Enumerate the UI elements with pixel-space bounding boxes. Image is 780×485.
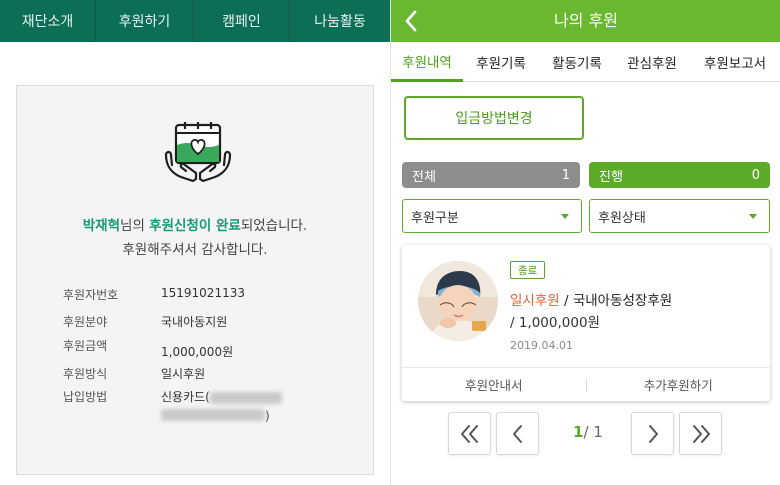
- first-page-button[interactable]: [448, 412, 491, 455]
- tab-activity-record[interactable]: 활동기록: [539, 42, 615, 82]
- info-row-field: 후원분야 국내아동지원: [63, 313, 227, 330]
- donation-name: 국내아동성장후원: [572, 293, 673, 309]
- nav-sharing[interactable]: 나눔활동: [290, 0, 390, 42]
- change-payment-button[interactable]: 입금방법변경: [404, 96, 584, 140]
- info-row-donor-number: 후원자번호 15191021133: [63, 286, 245, 303]
- page-title: 나의 후원: [554, 11, 618, 30]
- tab-bar: 후원내역 후원기록 활동기록 관심후원 후원보고서: [391, 42, 780, 82]
- count-ongoing-label: 진행: [599, 169, 623, 185]
- prev-page-button[interactable]: [496, 412, 539, 455]
- donation-item-card: 종료 일시후원 / 국내아동성장후원 / 1,000,000원 2019.04.…: [402, 245, 770, 401]
- tab-interest[interactable]: 관심후원: [615, 42, 689, 82]
- info-label: 후원자번호: [63, 288, 119, 302]
- last-page-button[interactable]: [679, 412, 722, 455]
- info-row-method: 후원방식 일시후원: [63, 365, 205, 382]
- donation-date: 2019.04.01: [510, 339, 573, 352]
- info-value: 1,000,000원: [161, 345, 234, 359]
- card-actions: 후원안내서 추가후원하기: [402, 367, 770, 401]
- page-indicator: 1/ 1: [563, 423, 613, 441]
- donation-status-select[interactable]: 후원상태: [589, 199, 770, 233]
- additional-donation-button[interactable]: 추가후원하기: [587, 368, 771, 401]
- nav-foundation[interactable]: 재단소개: [0, 0, 96, 42]
- payment-close-paren: ): [265, 409, 270, 423]
- app-header: 나의 후원: [391, 0, 780, 42]
- payment-card-text: 신용카드(: [161, 390, 210, 404]
- donation-type-select[interactable]: 후원구분: [402, 199, 582, 233]
- info-label: 후원금액: [63, 339, 108, 353]
- status-badge: 종료: [510, 261, 546, 279]
- total-pages: / 1: [583, 423, 603, 441]
- count-all-label: 전체: [412, 169, 436, 185]
- guide-button[interactable]: 후원안내서: [402, 368, 586, 401]
- thanks-message: 후원해주셔서 감사합니다.: [122, 242, 268, 258]
- info-label: 후원방식: [63, 367, 108, 381]
- info-row-payment-cont: ): [161, 409, 270, 423]
- chevron-left-icon: [512, 424, 522, 443]
- info-row-amount: 후원금액 1,000,000원: [63, 337, 233, 359]
- message-highlight: 후원신청이 완료: [149, 218, 241, 234]
- next-page-button[interactable]: [631, 412, 674, 455]
- double-chevron-right-icon: [692, 424, 710, 443]
- info-row-payment: 납입방법 신용카드(: [63, 388, 282, 405]
- completion-message: 박재혁님의 후원신청이 완료되었습니다.: [17, 214, 373, 234]
- donation-type-value: 후원구분: [411, 210, 459, 226]
- nav-campaign[interactable]: 캠페인: [194, 0, 290, 42]
- donation-amount: / 1,000,000원: [510, 315, 600, 331]
- count-all-value: 1: [561, 167, 570, 183]
- child-photo: [418, 261, 498, 341]
- nav-donate[interactable]: 후원하기: [96, 0, 194, 42]
- message-text-1: 님의: [120, 218, 150, 234]
- donor-name: 박재혁: [82, 218, 121, 234]
- title-separator: /: [559, 293, 573, 309]
- completion-card: 박재혁님의 후원신청이 완료되었습니다. 후원해주셔서 감사합니다. 후원자번호…: [16, 85, 374, 475]
- tab-donation-record[interactable]: 후원기록: [463, 42, 539, 82]
- donation-calendar-hands-icon: [164, 122, 232, 183]
- current-page: 1: [573, 423, 584, 441]
- donation-status-value: 후원상태: [598, 210, 646, 226]
- count-ongoing[interactable]: 진행 0: [589, 162, 770, 188]
- message-text-2: 되었습니다.: [240, 218, 308, 234]
- caret-down-icon: [561, 214, 569, 219]
- donation-title: 일시후원 / 국내아동성장후원: [510, 289, 672, 309]
- info-value: 일시후원: [161, 367, 206, 381]
- info-label: 납입방법: [63, 390, 108, 404]
- redacted-card-number: [209, 391, 282, 404]
- redacted-card-info: [161, 409, 265, 421]
- tab-donation-history[interactable]: 후원내역: [391, 42, 463, 82]
- info-value: 신용카드(: [161, 388, 282, 405]
- donation-kind: 일시후원: [510, 293, 560, 309]
- tab-report[interactable]: 후원보고서: [689, 42, 780, 82]
- count-ongoing-value: 0: [751, 167, 760, 183]
- info-label: 후원분야: [63, 315, 108, 329]
- donation-complete-panel: 재단소개 후원하기 캠페인 나눔활동 박재혁님의 후원신청이 완료되었습니다.: [0, 0, 390, 485]
- count-all[interactable]: 전체 1: [402, 162, 580, 188]
- double-chevron-left-icon: [460, 424, 478, 443]
- my-donation-panel: 나의 후원 후원내역 후원기록 활동기록 관심후원 후원보고서 입금방법변경 전…: [390, 0, 780, 485]
- caret-down-icon: [749, 214, 757, 219]
- info-value: 국내아동지원: [161, 315, 228, 329]
- chevron-right-icon: [648, 424, 658, 443]
- top-navigation: 재단소개 후원하기 캠페인 나눔활동: [0, 0, 390, 42]
- info-value: 15191021133: [161, 286, 245, 300]
